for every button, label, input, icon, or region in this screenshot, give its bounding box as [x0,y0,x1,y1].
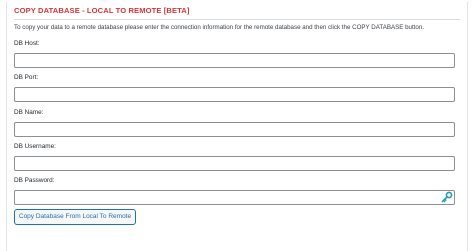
db-password-label: DB Password: [14,177,55,184]
db-username-input[interactable] [14,156,455,171]
panel-title: COPY DATABASE - LOCAL TO REMOTE [BETA] [14,6,190,15]
db-username-label: DB Username: [14,143,56,150]
db-host-input[interactable] [14,53,455,68]
intro-text: To copy your data to a remote database p… [14,24,424,31]
db-port-input[interactable] [14,87,455,102]
db-port-label: DB Port: [14,74,39,81]
db-password-input[interactable] [14,190,455,205]
copy-database-panel: COPY DATABASE - LOCAL TO REMOTE [BETA] T… [6,2,468,251]
db-host-label: DB Host: [14,40,40,47]
title-divider [14,19,460,20]
key-icon[interactable] [441,191,453,203]
copy-database-button[interactable]: Copy Database From Local To Remote [14,209,136,225]
db-name-input[interactable] [14,122,455,137]
db-name-label: DB Name: [14,109,44,116]
